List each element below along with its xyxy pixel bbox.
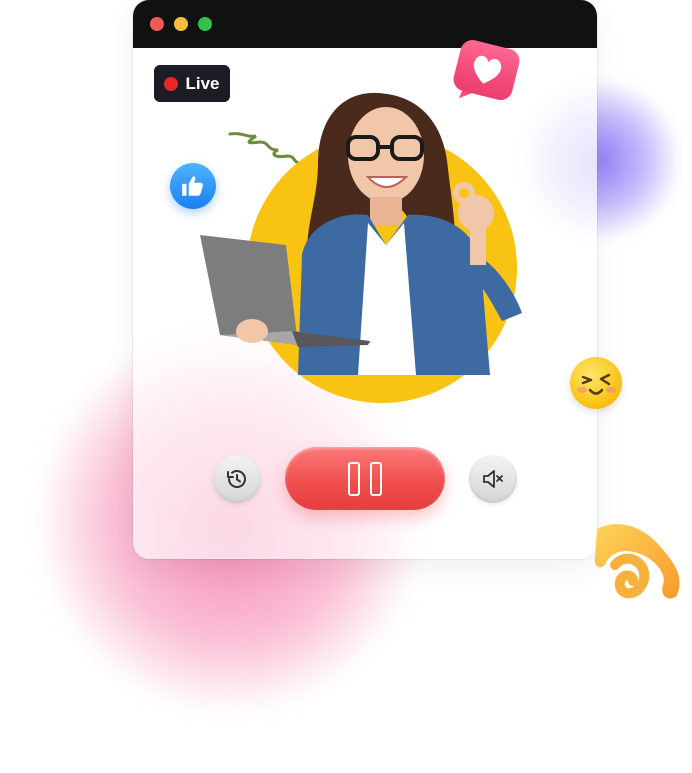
volume-mute-icon — [483, 470, 503, 488]
window-close-button[interactable] — [150, 17, 164, 31]
live-indicator-dot — [164, 76, 179, 91]
window-zoom-button[interactable] — [198, 17, 212, 31]
mute-button[interactable] — [469, 455, 517, 503]
history-icon — [227, 470, 246, 488]
window-minimize-button[interactable] — [174, 17, 188, 31]
thumbs-up-icon — [170, 163, 216, 209]
pause-icon-bar — [370, 461, 382, 496]
presenter-photo — [200, 92, 522, 375]
wink-emoji-icon — [570, 357, 622, 409]
heart-icon — [453, 40, 520, 100]
pause-button[interactable] — [285, 447, 445, 510]
window-titlebar — [133, 0, 597, 48]
pause-icon — [348, 461, 360, 496]
history-button[interactable] — [213, 455, 261, 503]
swirl-shape — [594, 524, 680, 599]
